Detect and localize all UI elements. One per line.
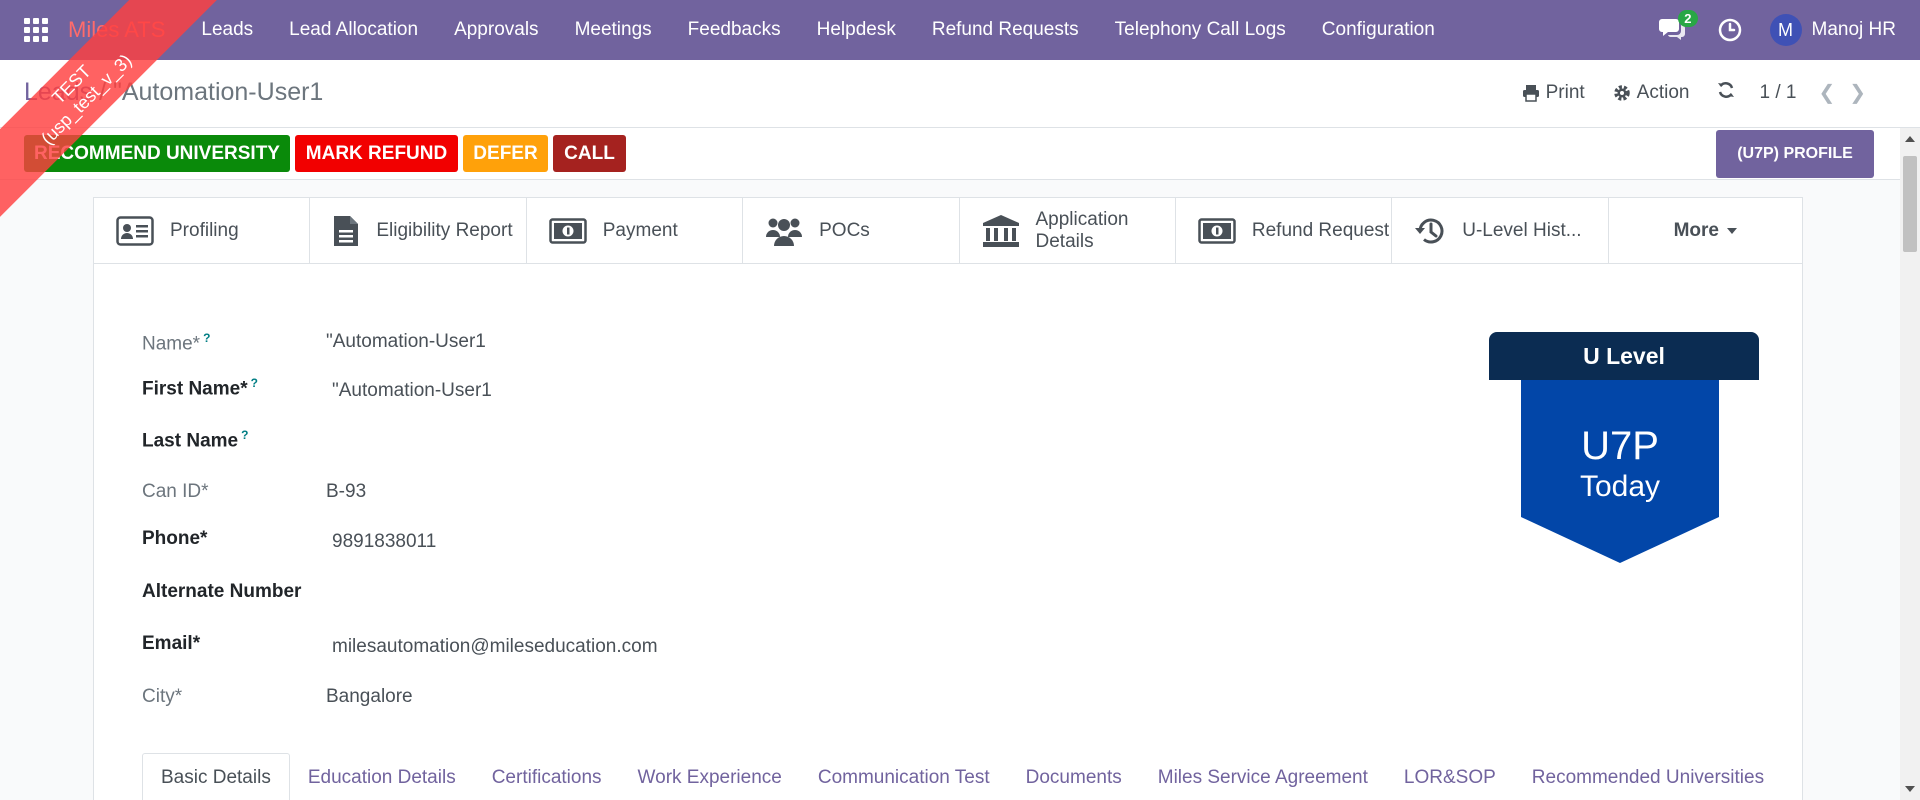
refund-request-smart-button[interactable]: Refund Request <box>1176 198 1393 263</box>
tab-recommended-universities[interactable]: Recommended Universities <box>1514 753 1782 800</box>
menu-lead-allocation[interactable]: Lead Allocation <box>289 19 418 41</box>
document-icon <box>332 214 360 248</box>
phone-label: Phone* <box>142 528 208 549</box>
call-button[interactable]: CALL <box>553 135 626 172</box>
notebook-tabs: Basic Details Education Details Certific… <box>142 753 1782 800</box>
refund-request-label: Refund Request <box>1251 219 1390 241</box>
control-panel: Leads / "Automation-User1 Print Action 1… <box>0 60 1920 128</box>
u-level-date: Today <box>1579 470 1661 503</box>
menu-configuration[interactable]: Configuration <box>1322 19 1435 41</box>
bank-icon <box>982 214 1020 248</box>
u-level-history-smart-button[interactable]: U-Level Hist... <box>1392 198 1609 263</box>
id-card-icon <box>116 215 154 246</box>
money-icon <box>549 217 587 244</box>
breadcrumb-separator: / <box>92 78 113 106</box>
action-button[interactable]: Action <box>1613 81 1690 104</box>
application-details-label: Application Details <box>1035 208 1129 252</box>
name-field[interactable]: "Automation-User1 <box>326 331 486 353</box>
tab-work-experience[interactable]: Work Experience <box>620 753 800 800</box>
top-navbar: Miles ATS Leads Lead Allocation Approval… <box>0 0 1920 60</box>
scroll-thumb[interactable] <box>1903 156 1917 252</box>
pocs-smart-button[interactable]: POCs <box>743 198 960 263</box>
pocs-label: POCs <box>819 219 870 241</box>
can-id-label: Can ID* <box>142 481 209 502</box>
print-icon <box>1522 84 1539 102</box>
money-icon <box>1198 217 1236 244</box>
city-label: City* <box>142 686 183 707</box>
menu-feedbacks[interactable]: Feedbacks <box>688 19 781 41</box>
gear-icon <box>1613 84 1630 101</box>
first-name-field[interactable]: "Automation-User1 <box>332 380 492 402</box>
eligibility-report-smart-button[interactable]: Eligibility Report <box>310 198 527 263</box>
phone-field[interactable]: 9891838011 <box>332 531 436 553</box>
last-name-help-icon[interactable]: ? <box>241 428 248 442</box>
payment-label: Payment <box>602 219 678 241</box>
app-grid-icon[interactable] <box>24 18 48 42</box>
status-bar: RECOMMEND UNIVERSITY MARK REFUND DEFER C… <box>0 128 1900 180</box>
u-level-value: U7P <box>1581 424 1659 468</box>
refresh-icon[interactable] <box>1717 81 1735 105</box>
menu-meetings[interactable]: Meetings <box>575 19 652 41</box>
breadcrumb: Leads / "Automation-User1 <box>24 78 323 107</box>
can-id-field[interactable]: B-93 <box>326 481 366 503</box>
payment-smart-button[interactable]: Payment <box>527 198 744 263</box>
form-sheet: Profiling Eligibility Report Payment POC… <box>93 197 1803 800</box>
chat-icon[interactable]: 2 <box>1658 10 1698 44</box>
smart-button-box: Profiling Eligibility Report Payment POC… <box>94 198 1802 264</box>
application-details-smart-button[interactable]: Application Details <box>960 198 1176 263</box>
tab-miles-service-agreement[interactable]: Miles Service Agreement <box>1140 753 1386 800</box>
email-field[interactable]: milesautomation@mileseducation.com <box>332 636 658 658</box>
email-label: Email* <box>142 633 201 654</box>
defer-button[interactable]: DEFER <box>463 135 548 172</box>
profile-button[interactable]: (U7P) PROFILE <box>1716 130 1874 178</box>
first-name-label: First Name*? <box>142 376 258 400</box>
history-icon <box>1414 215 1446 247</box>
clock-icon[interactable] <box>1718 18 1742 42</box>
action-label: Action <box>1636 81 1690 103</box>
chat-count-badge: 2 <box>1678 10 1698 27</box>
menu-telephony-call-logs[interactable]: Telephony Call Logs <box>1115 19 1286 41</box>
menu-helpdesk[interactable]: Helpdesk <box>817 19 896 41</box>
menu-leads[interactable]: Leads <box>201 19 253 41</box>
more-smart-button[interactable]: More <box>1609 198 1802 263</box>
caret-down-icon <box>1727 227 1738 234</box>
menu-refund-requests[interactable]: Refund Requests <box>932 19 1079 41</box>
scrollbar[interactable] <box>1900 128 1920 800</box>
pager: 1 / 1 ❮ ❯ <box>1717 80 1880 105</box>
pager-next-icon[interactable]: ❯ <box>1849 80 1866 105</box>
city-field[interactable]: Bangalore <box>326 686 413 708</box>
u-level-title: U Level <box>1489 332 1759 380</box>
first-name-help-icon[interactable]: ? <box>251 376 258 390</box>
menu-approvals[interactable]: Approvals <box>454 19 539 41</box>
breadcrumb-leads-link[interactable]: Leads <box>24 78 92 106</box>
more-label: More <box>1673 219 1720 241</box>
tab-certifications[interactable]: Certifications <box>474 753 620 800</box>
pager-value[interactable]: 1 / 1 <box>1759 82 1796 104</box>
scroll-up-arrow[interactable] <box>1905 136 1915 142</box>
recommend-university-button[interactable]: RECOMMEND UNIVERSITY <box>24 135 290 172</box>
tab-basic-details[interactable]: Basic Details <box>142 753 290 800</box>
app-brand[interactable]: Miles ATS <box>68 17 165 43</box>
tab-lor-sop[interactable]: LOR&SOP <box>1386 753 1514 800</box>
user-menu[interactable]: Manoj HR <box>1812 19 1896 41</box>
eligibility-report-label: Eligibility Report <box>376 219 513 241</box>
pager-prev-icon[interactable]: ❮ <box>1818 80 1835 105</box>
u-level-history-label: U-Level Hist... <box>1462 219 1582 241</box>
tab-documents[interactable]: Documents <box>1008 753 1140 800</box>
breadcrumb-current: "Automation-User1 <box>112 78 324 106</box>
last-name-label: Last Name? <box>142 428 249 452</box>
scroll-down-arrow[interactable] <box>1905 786 1915 792</box>
mark-refund-button[interactable]: MARK REFUND <box>295 135 458 172</box>
profiling-smart-button[interactable]: Profiling <box>94 198 311 263</box>
profiling-label: Profiling <box>170 219 239 241</box>
tab-communication-test[interactable]: Communication Test <box>800 753 1008 800</box>
name-label: Name*? <box>142 331 211 355</box>
avatar[interactable]: M <box>1769 14 1802 46</box>
users-icon <box>765 215 803 247</box>
tab-education-details[interactable]: Education Details <box>290 753 474 800</box>
name-help-icon[interactable]: ? <box>203 331 210 345</box>
alternate-number-label: Alternate Number <box>142 581 302 602</box>
print-button[interactable]: Print <box>1522 82 1585 104</box>
print-label: Print <box>1545 81 1585 103</box>
